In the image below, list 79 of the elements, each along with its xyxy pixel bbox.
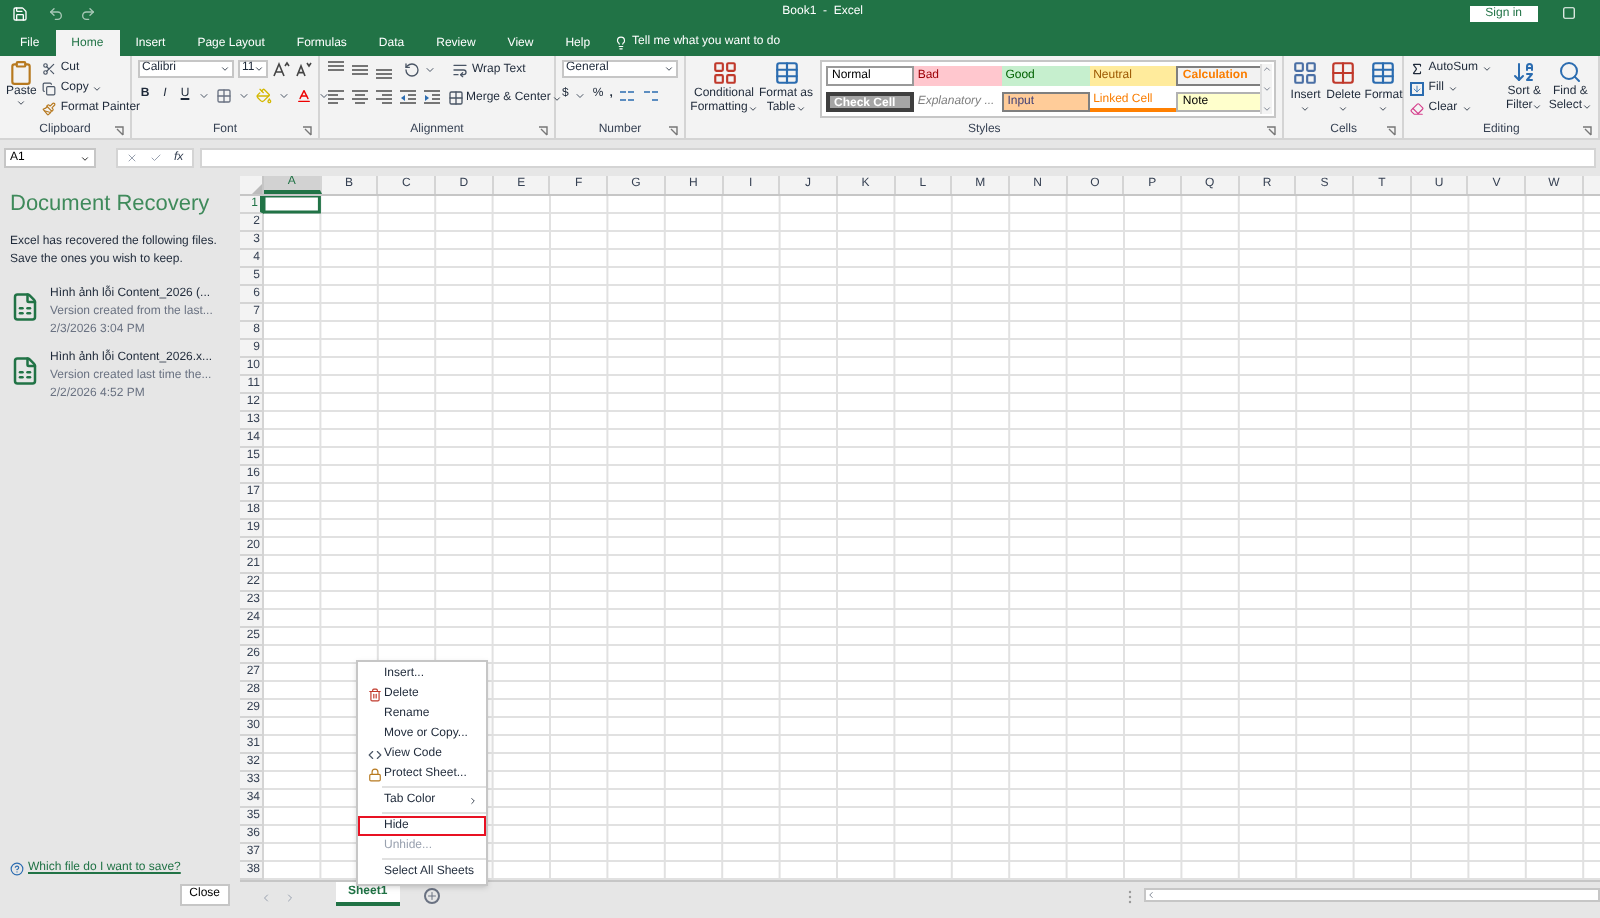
launcher-icon[interactable] [114, 125, 124, 135]
launcher-icon[interactable] [668, 125, 678, 135]
scissors-icon [42, 62, 57, 76]
increase-indent-icon[interactable] [422, 88, 442, 108]
decrease-decimal-icon[interactable] [642, 87, 661, 103]
merge-icon [448, 90, 464, 106]
grow-font-icon[interactable] [272, 60, 290, 78]
redo-icon[interactable] [80, 5, 96, 21]
table-icon [1370, 60, 1397, 86]
save-icon[interactable] [12, 5, 28, 21]
formula-input[interactable] [199, 148, 1596, 168]
more-icon [1262, 104, 1273, 114]
scroll-up-icon [1262, 64, 1273, 74]
launcher-icon[interactable] [301, 125, 312, 135]
caret-icon [664, 64, 674, 74]
caret-icon [1262, 84, 1273, 94]
grid-icon [1292, 60, 1319, 86]
active-cell[interactable] [264, 196, 321, 214]
sigma-icon [1410, 62, 1425, 76]
shrink-font-icon[interactable] [294, 60, 312, 78]
paintbrush-icon [42, 102, 57, 116]
enter-icon[interactable] [150, 152, 162, 164]
caret-icon [92, 84, 103, 94]
caret-icon [1378, 104, 1389, 114]
horizontal-scrollbar[interactable] [1144, 888, 1600, 902]
help-icon [10, 862, 24, 876]
launcher-icon[interactable] [1266, 125, 1277, 135]
increase-decimal-icon[interactable] [618, 87, 637, 103]
decrease-indent-icon[interactable] [398, 88, 418, 108]
caret-icon[interactable] [424, 64, 436, 76]
caret-icon [220, 64, 230, 74]
table-icon [773, 60, 799, 86]
lock-icon [367, 767, 381, 781]
align-right-icon[interactable] [374, 88, 394, 108]
caret-icon [80, 153, 90, 163]
caret-icon [254, 64, 265, 74]
spreadsheet-file-icon [10, 289, 40, 324]
grid-icon [1330, 60, 1357, 86]
grid-icon [711, 60, 737, 86]
caret-icon[interactable] [318, 89, 330, 101]
undo-icon[interactable] [48, 5, 64, 21]
new-sheet-icon[interactable] [423, 888, 440, 904]
spreadsheet-file-icon [10, 353, 40, 388]
caret-icon [1532, 102, 1543, 112]
lightbulb-icon [614, 36, 629, 50]
orientation-icon[interactable] [404, 62, 420, 78]
caret-icon [16, 98, 27, 108]
launcher-icon[interactable] [538, 125, 548, 135]
caret-icon [1300, 104, 1311, 114]
borders-icon[interactable] [216, 87, 232, 103]
align-middle-icon[interactable] [350, 60, 370, 80]
align-center-icon[interactable] [350, 88, 370, 108]
wrap-text-icon [452, 62, 468, 78]
copy-icon [42, 82, 57, 96]
gallery-scrollbar[interactable] [1260, 64, 1273, 114]
sort-icon [1512, 60, 1537, 84]
ribbon-options-icon[interactable] [1562, 6, 1576, 20]
caret-icon[interactable] [278, 89, 290, 101]
caret-icon [1481, 64, 1492, 74]
caret-icon[interactable] [198, 89, 210, 101]
scroll-left-icon[interactable] [1146, 890, 1156, 900]
cancel-icon[interactable] [126, 152, 138, 164]
code-icon [367, 747, 381, 761]
align-left-icon[interactable] [326, 88, 346, 108]
caret-icon[interactable] [238, 89, 250, 101]
font-color-icon[interactable] [296, 87, 312, 103]
caret-icon [1582, 102, 1592, 112]
search-icon [1558, 60, 1583, 84]
delete-icon [367, 687, 381, 701]
launcher-icon[interactable] [1386, 125, 1397, 135]
caret-icon [747, 104, 758, 114]
panel-title: Document Recovery [10, 192, 212, 220]
eraser-icon [1410, 102, 1425, 116]
caret-icon [1338, 104, 1349, 114]
caret-icon [795, 104, 806, 114]
fill-color-icon[interactable] [256, 87, 272, 103]
down-arrow-icon [1410, 82, 1425, 96]
clipboard-icon [8, 60, 35, 86]
launcher-icon[interactable] [1581, 125, 1592, 135]
